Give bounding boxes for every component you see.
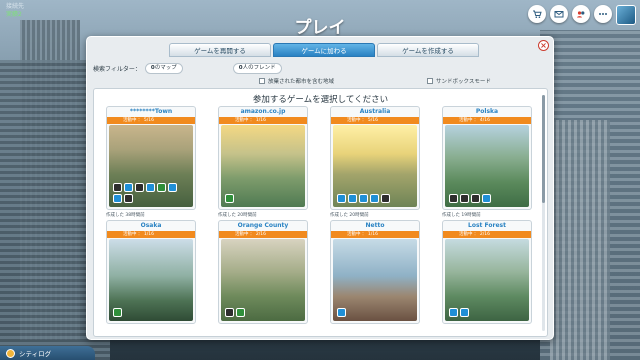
player-pins bbox=[337, 194, 390, 203]
game-card-orange-county[interactable]: Orange County 活動中 ： 2/16 bbox=[218, 220, 308, 324]
game-card-netto[interactable]: Netto 活動中 ： 1/16 bbox=[330, 220, 420, 324]
city-log-button[interactable]: シティログ bbox=[0, 346, 95, 360]
game-status: 活動中 ： 1/16 bbox=[219, 117, 307, 124]
player-icon bbox=[449, 194, 458, 203]
game-name: Australia bbox=[359, 108, 391, 115]
player-icon bbox=[113, 194, 122, 203]
game-status: 活動中 ： 2/16 bbox=[443, 231, 531, 238]
player-icon bbox=[381, 194, 390, 203]
top-toolbar bbox=[528, 5, 636, 25]
player-pins bbox=[337, 308, 346, 317]
player-pins bbox=[113, 308, 122, 317]
building-right-front bbox=[550, 120, 610, 360]
player-icon bbox=[460, 194, 469, 203]
game-status: 活動中 ： 5/16 bbox=[331, 117, 419, 124]
game-card-australia[interactable]: Australia 活動中 ： 5/16 bbox=[330, 106, 420, 210]
scrollbar-thumb[interactable] bbox=[542, 95, 545, 203]
game-caption: 作成した 20時間前 bbox=[330, 213, 369, 218]
sandbox-checkbox-box[interactable] bbox=[427, 78, 433, 84]
player-icon bbox=[113, 308, 122, 317]
player-icon bbox=[370, 194, 379, 203]
game-card-amazon[interactable]: amazon.co.jp 活動中 ： 1/16 bbox=[218, 106, 308, 210]
player-icon bbox=[124, 194, 133, 203]
tab-join-game[interactable]: ゲームに加わる bbox=[273, 43, 375, 57]
close-button[interactable]: × bbox=[538, 40, 549, 51]
game-name: Polska bbox=[475, 108, 499, 115]
scrollbar[interactable] bbox=[542, 95, 545, 331]
player-pins bbox=[225, 308, 245, 317]
tab-resume-game[interactable]: ゲームを再開する bbox=[169, 43, 271, 57]
filter-checkboxes: 放棄された都市を含む地域 サンドボックスモード bbox=[257, 77, 547, 87]
player-icon bbox=[359, 194, 368, 203]
sandbox-checkbox-label: サンドボックスモード bbox=[436, 79, 491, 85]
player-icon bbox=[113, 183, 122, 192]
game-status: 活動中 ： 4/16 bbox=[443, 117, 531, 124]
more-icon[interactable] bbox=[594, 5, 612, 23]
game-name: Orange County bbox=[237, 222, 289, 229]
tab-bar: ゲームを再開する ゲームに加わる ゲームを作成する bbox=[169, 43, 479, 57]
player-pins bbox=[449, 308, 469, 317]
player-icon bbox=[124, 183, 133, 192]
player-icon bbox=[482, 194, 491, 203]
player-icon bbox=[157, 183, 166, 192]
player-icon bbox=[146, 183, 155, 192]
player-pins bbox=[113, 183, 185, 203]
cart-icon[interactable] bbox=[528, 5, 546, 23]
game-card-lost-forest[interactable]: Lost Forest 活動中 ： 2/16 bbox=[442, 220, 532, 324]
player-icon bbox=[225, 194, 234, 203]
game-name: Osaka bbox=[140, 222, 162, 229]
tab-create-game[interactable]: ゲームを作成する bbox=[377, 43, 479, 57]
game-name: amazon.co.jp bbox=[240, 108, 286, 115]
player-icon bbox=[337, 194, 346, 203]
abandoned-checkbox-box[interactable] bbox=[259, 78, 265, 84]
city-log-icon bbox=[6, 348, 15, 358]
abandoned-checkbox-label: 放棄された都市を含む地域 bbox=[268, 79, 335, 85]
maps-label: のマップ bbox=[154, 64, 177, 71]
player-icon bbox=[225, 308, 234, 317]
play-dialog: ゲームを再開する ゲームに加わる ゲームを作成する × 検索フィルター： 0のマ… bbox=[86, 36, 554, 340]
game-name: Netto bbox=[365, 222, 385, 229]
player-icon bbox=[449, 308, 458, 317]
game-card-town[interactable]: ********Town 活動中 ： 5/16 bbox=[106, 106, 196, 210]
list-heading: 参加するゲームを選択してください bbox=[252, 95, 389, 105]
game-name: Lost Forest bbox=[468, 222, 506, 229]
player-icon bbox=[168, 183, 177, 192]
player-icon bbox=[135, 183, 144, 192]
connection-label: 接続先 bbox=[6, 3, 25, 10]
game-status: 活動中 ： 1/16 bbox=[331, 231, 419, 238]
filter-maps-button[interactable]: 0のマップ bbox=[144, 62, 183, 74]
search-filter-bar: 検索フィルター： 0のマップ 0人のフレンド bbox=[93, 61, 548, 75]
friends-label: 人のフレンド bbox=[242, 64, 276, 71]
mail-icon[interactable] bbox=[550, 5, 568, 23]
player-icon bbox=[460, 308, 469, 317]
player-icon bbox=[236, 308, 245, 317]
game-caption: 作成した 38時間前 bbox=[106, 213, 145, 218]
player-pins bbox=[225, 194, 234, 203]
game-status: 活動中 ： 2/16 bbox=[219, 231, 307, 238]
filter-label: 検索フィルター： bbox=[93, 65, 141, 73]
player-icon bbox=[348, 194, 357, 203]
game-card-osaka[interactable]: Osaka 活動中 ： 1/16 bbox=[106, 220, 196, 324]
player-icon bbox=[471, 194, 480, 203]
game-caption: 作成した 19時間前 bbox=[442, 213, 481, 218]
game-name: ********Town bbox=[129, 108, 173, 115]
player-icon bbox=[337, 308, 346, 317]
city-log-label: シティログ bbox=[19, 350, 52, 358]
filter-friends-button[interactable]: 0人のフレンド bbox=[232, 62, 282, 74]
friends-icon[interactable] bbox=[572, 5, 590, 23]
sandbox-checkbox[interactable]: サンドボックスモード bbox=[427, 77, 491, 85]
game-status: 活動中 ： 1/16 bbox=[107, 231, 195, 238]
game-list: 参加するゲームを選択してください ********Town 活動中 ： 5/16… bbox=[93, 88, 548, 337]
abandoned-checkbox[interactable]: 放棄された都市を含む地域 bbox=[259, 77, 334, 85]
game-caption: 作成した 20時間前 bbox=[218, 213, 257, 218]
avatar[interactable] bbox=[616, 5, 636, 25]
game-card-polska[interactable]: Polska 活動中 ： 4/16 bbox=[442, 106, 532, 210]
game-status: 活動中 ： 5/16 bbox=[107, 117, 195, 124]
player-pins bbox=[449, 194, 491, 203]
